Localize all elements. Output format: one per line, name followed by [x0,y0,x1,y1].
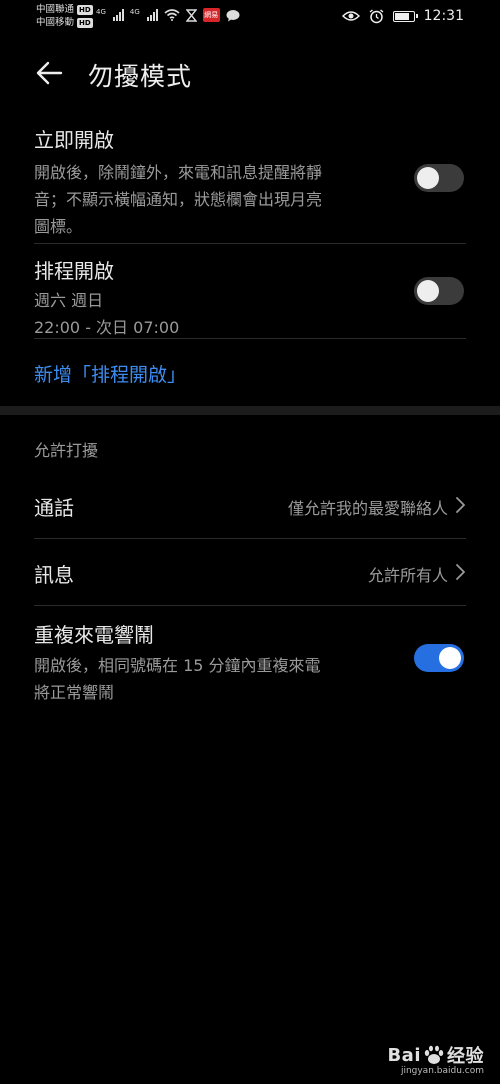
messages-setting-row[interactable]: 訊息 允許所有人 [34,539,466,605]
calls-value: 僅允許我的最愛聯絡人 [287,499,448,518]
schedule-enable-row[interactable]: 排程開啟 週六 週日 22:00 - 次日 07:00 [34,255,466,341]
hd-badge: HD [77,4,93,15]
watermark-brand: Bai [387,1044,421,1066]
schedule-enable-title: 排程開啟 [34,259,114,283]
toggle-knob [417,167,439,189]
wifi-icon [164,9,180,21]
signal-icon [112,9,124,21]
schedule-days: 週六 週日 [34,291,104,310]
divider [34,243,466,244]
repeat-calls-description: 開啟後，相同號碼在 15 分鐘內重複來電 將正常響鬧 [34,652,466,706]
carrier-1: 中國聯通 [36,4,75,15]
paw-logo-icon [424,1045,444,1064]
hd-badge: HD [77,17,93,28]
messages-value: 允許所有人 [367,566,448,585]
carrier-info: 中國聯通 HD 中國移動 HD [36,3,93,29]
network-type-1: 4G [96,8,106,16]
alarm-icon [369,8,384,23]
description-line: 音；不顯示橫幅通知，狀態欄會出現月亮 [34,190,323,209]
schedule-time-range: 22:00 - 次日 07:00 [34,318,180,337]
allow-interrupt-section-label: 允許打擾 [34,441,99,460]
arrow-left-icon[interactable] [34,60,64,86]
divider [34,338,466,339]
chevron-right-icon [456,497,465,513]
hourglass-icon [185,8,197,22]
app-notification-icon: 網易 [202,8,220,22]
description-line: 開啟後，相同號碼在 15 分鐘內重複來電 [34,656,321,675]
page-header: 勿擾模式 [0,52,500,96]
description-line: 將正常響鬧 [34,683,115,702]
divider [34,605,466,606]
section-separator [0,406,500,415]
page-title: 勿擾模式 [88,62,193,91]
baidu-watermark: Bai 经验 jingyan.baidu.com [387,1042,484,1077]
immediate-enable-toggle[interactable] [414,164,464,192]
description-line: 開啟後，除鬧鐘外，來電和訊息提醒將靜 [34,163,323,182]
calls-setting-row[interactable]: 通話 僅允許我的最愛聯絡人 [34,472,466,538]
status-bar: 中國聯通 HD 中國移動 HD 4G 4G 網易 12:31 [0,0,500,36]
add-schedule-link[interactable]: 新增「排程開啟」 [34,360,186,387]
repeat-calls-title: 重複來電響鬧 [34,623,154,647]
repeat-calls-toggle[interactable] [414,644,464,672]
signal-icon [146,9,158,21]
status-time: 12:31 [423,8,464,24]
immediate-enable-row[interactable]: 立即開啟 開啟後，除鬧鐘外，來電和訊息提醒將靜 音；不顯示橫幅通知，狀態欄會出現… [34,124,466,240]
description-line: 圖標。 [34,217,83,236]
messages-label: 訊息 [34,563,74,587]
battery-icon [392,10,418,22]
calls-label: 通話 [34,496,74,520]
toggle-knob [417,280,439,302]
toggle-knob [439,647,461,669]
eye-icon [341,11,360,21]
network-type-2: 4G [129,8,140,16]
watermark-url: jingyan.baidu.com [400,1066,484,1076]
chevron-right-icon [456,564,465,580]
watermark-brand-suffix: 经验 [447,1046,484,1067]
immediate-enable-title: 立即開啟 [34,128,114,152]
repeat-calls-row[interactable]: 重複來電響鬧 開啟後，相同號碼在 15 分鐘內重複來電 將正常響鬧 [34,619,466,706]
chat-icon [226,9,240,21]
carrier-2: 中國移動 [36,17,75,28]
immediate-enable-description: 開啟後，除鬧鐘外，來電和訊息提醒將靜 音；不顯示橫幅通知，狀態欄會出現月亮 圖標… [34,159,466,240]
schedule-enable-toggle[interactable] [414,277,464,305]
